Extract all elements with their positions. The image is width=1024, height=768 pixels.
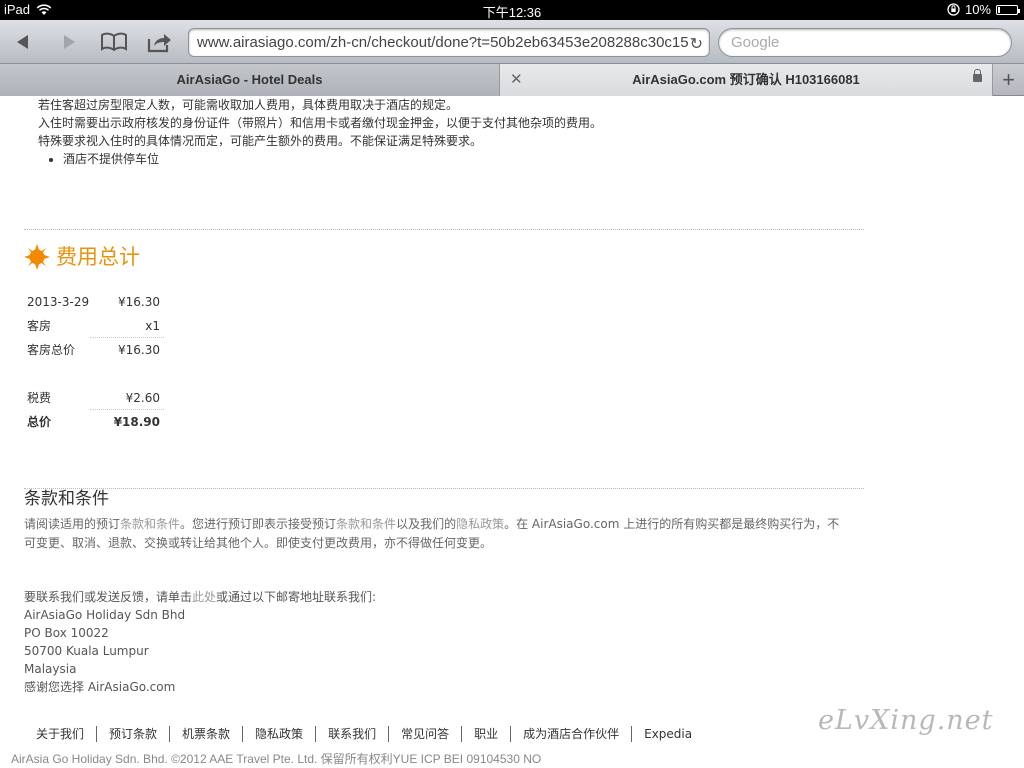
lock-icon xyxy=(973,69,982,82)
cost-value: ¥16.30 xyxy=(118,343,160,357)
cost-summary-title: 费用总计 xyxy=(56,245,140,269)
footer-link-flight-terms[interactable]: 机票条款 xyxy=(170,726,244,742)
footer-link-careers[interactable]: 职业 xyxy=(462,726,512,742)
cost-value: ¥2.60 xyxy=(125,391,160,405)
page-content: 若住客超过房型限定人数，可能需收取加人费用，具体费用取决于酒店的规定。 入住时需… xyxy=(0,96,1024,768)
terms-text-part: 。您进行预订即表示接受预订 xyxy=(180,517,337,531)
tab-title: AirAsiaGo - Hotel Deals xyxy=(176,72,323,87)
contact-info: 要联系我们或发送反馈，请单击此处或通过以下邮寄地址联系我们: AirAsiaGo… xyxy=(24,588,376,696)
back-button[interactable] xyxy=(8,28,38,56)
back-arrow-icon xyxy=(17,35,28,49)
cost-label: 客房总价 xyxy=(27,343,76,357)
footer-link-expedia[interactable]: Expedia xyxy=(632,726,704,742)
cost-value: ¥16.30 xyxy=(118,295,160,309)
contact-intro: 要联系我们或发送反馈，请单击此处或通过以下邮寄地址联系我们: xyxy=(24,588,376,606)
book-icon xyxy=(101,32,127,52)
cost-label: 2013-3-29 xyxy=(27,295,90,309)
policy-line: 入住时需要出示政府核发的身份证件（带照片）和信用卡或者缴付现金押金，以便于支付其… xyxy=(38,116,603,130)
cost-row-rooms: 客房 x1 xyxy=(24,314,164,338)
bookmarks-button[interactable] xyxy=(99,28,129,56)
address-bar[interactable]: www.airasiago.com/zh-cn/checkout/done?t=… xyxy=(188,28,710,57)
contact-here-link[interactable]: 此处 xyxy=(192,590,216,604)
terms-text-part: 以及我们的 xyxy=(396,517,457,531)
contact-intro-text: 要联系我们或发送反馈，请单击 xyxy=(24,590,193,604)
close-tab-icon[interactable]: ✕ xyxy=(510,64,523,96)
forward-arrow-icon xyxy=(64,35,75,49)
sun-icon xyxy=(24,244,50,270)
thanks-line: 感谢您选择 AirAsiaGo.com xyxy=(24,680,176,694)
contact-intro-text: 或通过以下邮寄地址联系我们: xyxy=(216,590,377,604)
address-line: 50700 Kuala Lumpur xyxy=(24,644,149,658)
address-line: Malaysia xyxy=(24,662,77,676)
tab-bar: AirAsiaGo - Hotel Deals ✕ AirAsiaGo.com … xyxy=(0,64,1024,96)
divider xyxy=(24,488,864,489)
footer-link-contact[interactable]: 联系我们 xyxy=(316,726,390,742)
cost-row-tax: 税费 ¥2.60 xyxy=(24,386,164,410)
terms-text-part: 请阅读适用的预订 xyxy=(24,517,121,531)
watermark: eLvXing.net xyxy=(818,705,994,736)
cost-row-room-total: 客房总价 ¥16.30 xyxy=(24,338,164,362)
tab-booking-confirmation[interactable]: ✕ AirAsiaGo.com 预订确认 H103166081 xyxy=(500,64,992,96)
browser-toolbar: www.airasiago.com/zh-cn/checkout/done?t=… xyxy=(0,20,1024,64)
cost-row-grand-total: 总价 ¥18.90 xyxy=(24,410,164,434)
policy-line: 若住客超过房型限定人数，可能需收取加人费用，具体费用取决于酒店的规定。 xyxy=(38,98,459,112)
cost-value: ¥18.90 xyxy=(113,415,160,429)
cost-table: 2013-3-29 ¥16.30 客房 x1 客房总价 ¥16.30 税费 ¥2… xyxy=(24,290,164,434)
cost-label: 总价 xyxy=(27,415,52,429)
copyright: AirAsia Go Holiday Sdn. Bhd. ©2012 AAE T… xyxy=(11,752,542,766)
policy-line: 特殊要求视入住时的具体情况而定，可能产生额外的费用。不能保证满足特殊要求。 xyxy=(38,134,483,148)
terms-link[interactable]: 条款和条件 xyxy=(336,517,396,531)
status-time: 下午12:36 xyxy=(482,5,542,20)
battery-icon xyxy=(996,4,1020,15)
policy-bullet: 酒店不提供停车位 xyxy=(63,150,602,168)
cost-row-date: 2013-3-29 ¥16.30 xyxy=(24,290,164,314)
search-input[interactable]: Google xyxy=(718,28,1012,57)
cost-label: 客房 xyxy=(27,319,52,333)
footer-link-faq[interactable]: 常见问答 xyxy=(389,726,463,742)
footer-nav: 关于我们 预订条款 机票条款 隐私政策 联系我们 常见问答 职业 成为酒店合作伙… xyxy=(24,726,704,742)
terms-link[interactable]: 条款和条件 xyxy=(120,517,180,531)
status-bar: iPad 下午12:36 10% xyxy=(0,0,1024,20)
tab-title: AirAsiaGo.com 预订确认 H103166081 xyxy=(632,72,860,87)
footer-link-hotel-partner[interactable]: 成为酒店合作伙伴 xyxy=(511,726,633,742)
privacy-policy-link[interactable]: 隐私政策 xyxy=(456,517,504,531)
hotel-policy: 若住客超过房型限定人数，可能需收取加人费用，具体费用取决于酒店的规定。 入住时需… xyxy=(38,96,602,168)
new-tab-button[interactable]: + xyxy=(992,64,1024,96)
battery-percent: 10% xyxy=(964,2,991,17)
orientation-lock-icon xyxy=(947,3,960,16)
share-button[interactable] xyxy=(145,28,175,56)
cost-value: x1 xyxy=(145,319,160,333)
footer-link-privacy[interactable]: 隐私政策 xyxy=(243,726,317,742)
url-text: www.airasiago.com/zh-cn/checkout/done?t=… xyxy=(197,34,689,51)
search-placeholder: Google xyxy=(731,34,780,51)
reload-icon[interactable]: ↻ xyxy=(690,34,703,54)
address-line: AirAsiaGo Holiday Sdn Bhd xyxy=(24,608,186,622)
cost-summary-heading: 费用总计 xyxy=(24,244,140,270)
tab-hotel-deals[interactable]: AirAsiaGo - Hotel Deals xyxy=(0,64,500,96)
address-line: PO Box 10022 xyxy=(24,626,109,640)
divider xyxy=(24,229,864,230)
share-icon xyxy=(147,34,171,53)
cost-label: 税费 xyxy=(27,391,52,405)
terms-text: 请阅读适用的预订条款和条件。您进行预订即表示接受预订条款和条件以及我们的隐私政策… xyxy=(24,515,844,553)
forward-button[interactable] xyxy=(54,28,84,56)
battery-fill xyxy=(998,6,1000,13)
terms-heading: 条款和条件 xyxy=(24,489,109,509)
footer-link-about[interactable]: 关于我们 xyxy=(24,726,98,742)
footer-link-booking-terms[interactable]: 预订条款 xyxy=(97,726,171,742)
